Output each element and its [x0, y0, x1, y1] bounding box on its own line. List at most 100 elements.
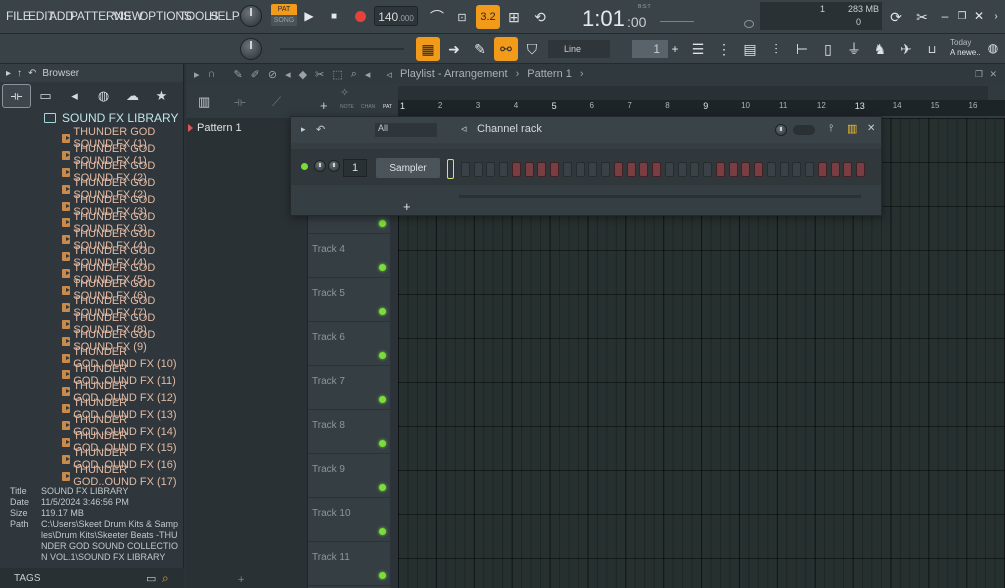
- feedback-button[interactable]: ✈: [894, 37, 918, 61]
- step-button[interactable]: [473, 162, 483, 177]
- tempo-display[interactable]: 140 .000: [374, 6, 418, 26]
- mixer-track-selector[interactable]: 1: [343, 159, 367, 177]
- library-folder[interactable]: SOUND FX LIBRARY: [44, 111, 178, 125]
- tempo-tapper-button[interactable]: ✂: [910, 5, 934, 29]
- collapse-arrow-icon[interactable]: ▸: [6, 68, 11, 79]
- shop-button[interactable]: ⊔: [920, 37, 944, 61]
- step-button[interactable]: [843, 162, 853, 177]
- tab-favorites[interactable]: ★: [147, 84, 176, 108]
- track-mute-led[interactable]: [379, 528, 386, 535]
- step-button[interactable]: [498, 162, 508, 177]
- file-list-item[interactable]: THUNDER GOD..OUND FX (17): [0, 464, 184, 488]
- news-panel[interactable]: Today A newe..: [950, 38, 981, 58]
- step-button[interactable]: [830, 162, 840, 177]
- project-button[interactable]: ▯: [816, 37, 840, 61]
- back-icon[interactable]: ↶: [316, 123, 325, 136]
- undo-history-button[interactable]: ⟳: [884, 5, 908, 29]
- stop-button[interactable]: ■: [324, 5, 344, 27]
- track-mute-led[interactable]: [379, 484, 386, 491]
- track-mute-led[interactable]: [379, 352, 386, 359]
- step-button[interactable]: [461, 162, 470, 177]
- step-button[interactable]: [575, 162, 585, 177]
- panning-slider[interactable]: [280, 48, 404, 50]
- track-mute-led[interactable]: [379, 264, 386, 271]
- search-icon[interactable]: ⌕: [162, 571, 169, 586]
- tab-project[interactable]: ▭: [31, 84, 60, 108]
- tab-all[interactable]: ⟛: [2, 84, 31, 108]
- track-header[interactable]: Track 4: [308, 234, 390, 278]
- chevron-right-icon[interactable]: ▸: [301, 124, 306, 135]
- step-button[interactable]: [804, 162, 814, 177]
- step-button[interactable]: [524, 162, 534, 177]
- step-button[interactable]: [549, 162, 559, 177]
- swing-knob[interactable]: [775, 124, 787, 136]
- pencil-icon[interactable]: ✎: [233, 68, 242, 81]
- pat-song-toggle[interactable]: PAT SONG: [271, 4, 297, 28]
- close-icon[interactable]: ✕: [867, 123, 875, 134]
- browser-button[interactable]: ⊢: [790, 37, 814, 61]
- play-button[interactable]: ▶: [299, 5, 319, 27]
- track-header[interactable]: Track 9: [308, 454, 390, 498]
- blend-notes-button[interactable]: ⊞: [502, 5, 526, 29]
- channel-filter[interactable]: All: [375, 123, 437, 137]
- timeline-ruler[interactable]: 1 2 3 4 5 6 7 8 9 10 11 12 13 14 15 16: [398, 100, 1005, 116]
- step-button[interactable]: [651, 162, 661, 177]
- track-header[interactable]: Track 7: [308, 366, 390, 410]
- close-button[interactable]: ✕: [972, 9, 986, 23]
- plugin-button[interactable]: ⏚: [842, 37, 866, 61]
- waveform-icon[interactable]: ⟛: [234, 94, 246, 110]
- step-button[interactable]: [486, 162, 496, 177]
- delete-icon[interactable]: ⊘: [268, 68, 277, 81]
- tab-cloud[interactable]: ☁: [118, 84, 147, 108]
- step-button[interactable]: [563, 162, 572, 177]
- graph-toggle[interactable]: [793, 125, 815, 135]
- folder-icon[interactable]: ▭: [146, 572, 156, 585]
- minimize-button[interactable]: –: [938, 9, 952, 23]
- channel-name-button[interactable]: Sampler: [376, 158, 440, 178]
- channel-select-toggle[interactable]: [447, 159, 454, 179]
- slice-icon[interactable]: ✂: [315, 68, 324, 81]
- master-pitch-slider[interactable]: [660, 8, 694, 22]
- track-mute-led[interactable]: [379, 308, 386, 315]
- track-header[interactable]: Track 8: [308, 410, 390, 454]
- tab-library[interactable]: ◍: [89, 84, 118, 108]
- step-button[interactable]: [677, 162, 687, 177]
- back-icon[interactable]: ↶: [28, 68, 36, 79]
- track-header[interactable]: Track 11: [308, 542, 390, 586]
- step-button[interactable]: [537, 162, 547, 177]
- mixer-button[interactable]: ⫶: [764, 37, 788, 61]
- step-button[interactable]: [792, 162, 802, 177]
- song-position-display[interactable]: 1:01 :00 B:S:T: [556, 2, 656, 32]
- step-button[interactable]: [588, 162, 598, 177]
- restore-button[interactable]: ❐: [955, 9, 969, 23]
- chevron-right-icon[interactable]: ▸: [194, 68, 200, 81]
- step-button[interactable]: [779, 162, 789, 177]
- add-pattern-button[interactable]: +: [670, 40, 680, 58]
- snap-selector[interactable]: Line: [548, 40, 610, 58]
- track-header[interactable]: Track 10: [308, 498, 390, 542]
- select-icon[interactable]: ⬚: [332, 68, 342, 81]
- zoom-icon[interactable]: ⌕: [351, 68, 357, 81]
- link-button[interactable]: ⚯: [494, 37, 518, 61]
- playlist-scrollbar[interactable]: [398, 86, 988, 100]
- metronome-button[interactable]: ⌒: [425, 5, 449, 29]
- loop-record-button[interactable]: ⟲: [528, 5, 552, 29]
- step-size-button[interactable]: 3.2: [476, 5, 500, 29]
- record-button[interactable]: [350, 6, 370, 26]
- restore-icon[interactable]: ❐: [975, 69, 983, 80]
- master-volume-knob[interactable]: [240, 5, 262, 27]
- mute-led[interactable]: [301, 163, 308, 170]
- piano-roll-window-button[interactable]: ▤: [738, 37, 762, 61]
- step-button[interactable]: [512, 162, 521, 177]
- volume-knob[interactable]: [328, 160, 340, 172]
- add-pattern-icon[interactable]: +: [238, 574, 244, 586]
- step-button[interactable]: [614, 162, 623, 177]
- step-button[interactable]: [639, 162, 649, 177]
- tab-plugins[interactable]: ◂: [60, 84, 89, 108]
- automation-icon[interactable]: ⟋: [272, 94, 281, 110]
- up-arrow-icon[interactable]: ↑: [17, 68, 22, 79]
- piano-roll-button[interactable]: ▦: [416, 37, 440, 61]
- brush-icon[interactable]: ✐: [251, 68, 260, 81]
- playlist-button[interactable]: ☰: [686, 37, 710, 61]
- step-button[interactable]: [767, 162, 776, 177]
